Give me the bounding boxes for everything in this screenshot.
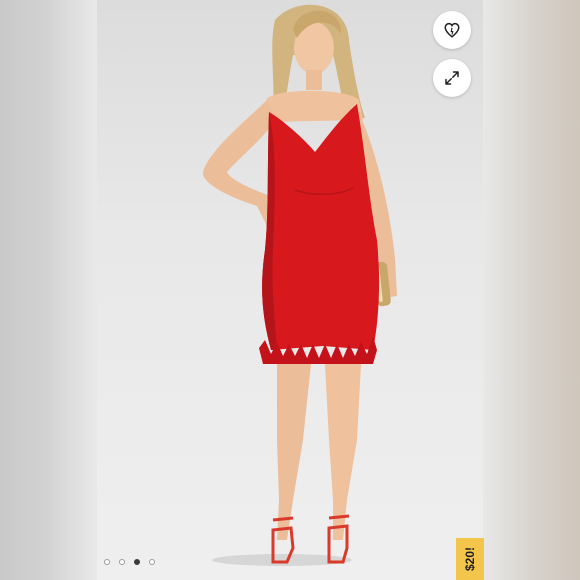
price-label: $20! — [463, 546, 477, 572]
heart-icon — [444, 22, 460, 38]
model-in-red-dress-illustration — [202, 4, 397, 566]
carousel-indicators — [104, 559, 155, 565]
carousel-dot[interactable] — [104, 559, 110, 565]
price-badge: $20! — [456, 538, 484, 580]
product-photo[interactable] — [97, 0, 483, 580]
expand-button[interactable] — [433, 59, 471, 97]
expand-arrows-icon — [445, 71, 459, 85]
carousel-dot[interactable] — [119, 559, 125, 565]
listing-photo-viewer: $20! — [0, 0, 580, 580]
carousel-dot[interactable] — [149, 559, 155, 565]
carousel-dot[interactable] — [134, 559, 140, 565]
like-button[interactable] — [433, 11, 471, 49]
